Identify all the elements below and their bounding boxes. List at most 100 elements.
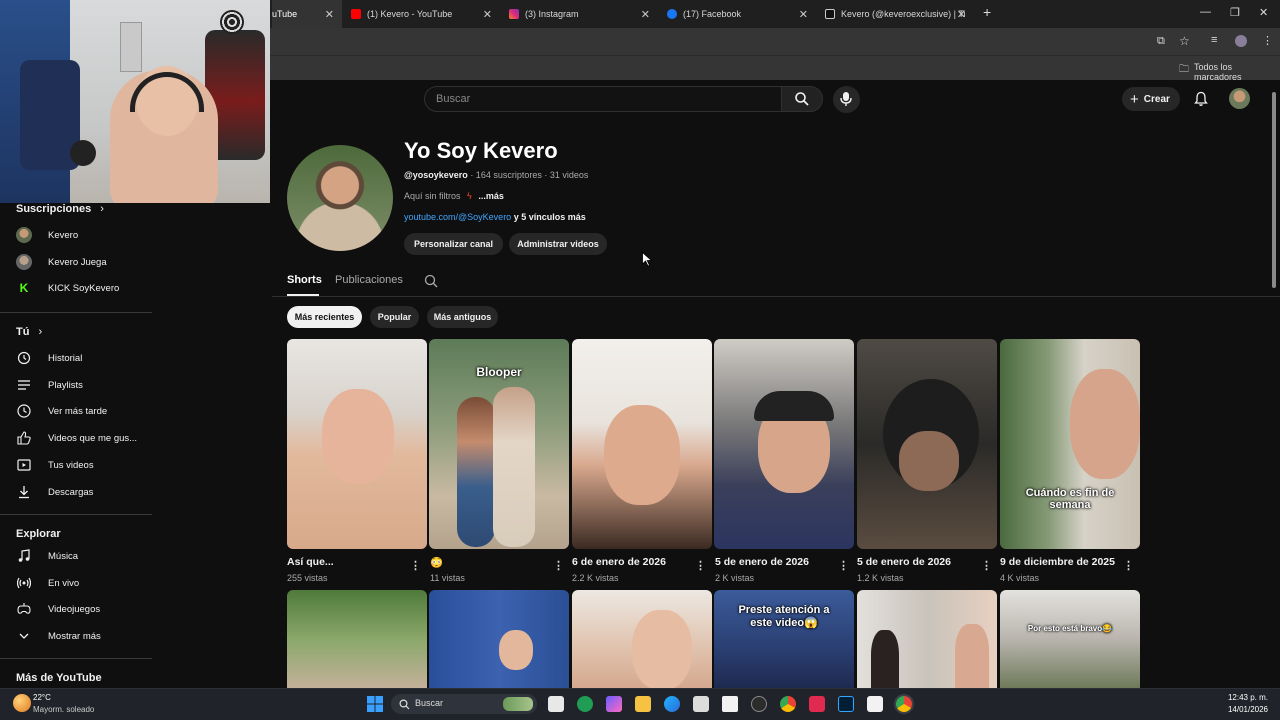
- minimize-icon[interactable]: —: [1200, 6, 1211, 18]
- media-control-icon[interactable]: ≡: [1211, 34, 1217, 46]
- short-title[interactable]: 😳: [430, 556, 443, 569]
- microphone: [70, 140, 96, 166]
- close-tab-icon[interactable]: ✕: [325, 8, 334, 21]
- sidebar-item-kick-soykevero[interactable]: K KICK SoyKevero: [16, 277, 120, 299]
- task-view-icon[interactable]: [548, 696, 564, 712]
- short-title[interactable]: Así que...: [287, 556, 334, 568]
- short-title[interactable]: 5 de enero de 2026: [715, 556, 809, 568]
- tab-shorts[interactable]: Shorts: [287, 274, 322, 286]
- page-scrollbar[interactable]: [1272, 92, 1276, 288]
- close-tab-icon[interactable]: ✕: [483, 8, 492, 21]
- notepad-icon[interactable]: [722, 696, 738, 712]
- short-thumbnail[interactable]: [429, 590, 569, 688]
- more-options-icon[interactable]: ⋮: [695, 559, 706, 572]
- tab-posts[interactable]: Publicaciones: [335, 274, 403, 286]
- voice-search-button[interactable]: [833, 86, 860, 113]
- channel-avatar-large[interactable]: [287, 145, 393, 251]
- manage-videos-button[interactable]: Administrar videos: [509, 233, 607, 255]
- channel-link[interactable]: youtube.com/@SoyKevero: [404, 212, 511, 222]
- close-tab-icon[interactable]: ✕: [641, 8, 650, 21]
- more-options-icon[interactable]: ⋮: [410, 559, 421, 572]
- sidebar-item-downloads[interactable]: Descargas: [16, 481, 93, 503]
- all-bookmarks-link[interactable]: Todos los marcadores: [1194, 62, 1280, 82]
- filter-oldest[interactable]: Más antiguos: [427, 306, 498, 328]
- new-tab-icon[interactable]: +: [983, 4, 991, 20]
- browser-tab[interactable]: (1) Kevero - YouTube ✕: [343, 0, 500, 28]
- app-green-icon[interactable]: [577, 696, 593, 712]
- browser-tab[interactable]: (17) Facebook ✕: [659, 0, 816, 28]
- store-icon[interactable]: [693, 696, 709, 712]
- short-thumbnail[interactable]: [857, 339, 997, 549]
- weather-temp[interactable]: 22°C: [33, 693, 51, 702]
- short-thumbnail[interactable]: [287, 590, 427, 688]
- profile-icon[interactable]: [1235, 35, 1247, 47]
- menu-kebab-icon[interactable]: ⋮: [1262, 34, 1273, 47]
- search-button[interactable]: [781, 86, 823, 112]
- account-avatar[interactable]: [1229, 88, 1250, 109]
- sidebar-item-live[interactable]: En vivo: [16, 572, 79, 594]
- sidebar-item-kevero[interactable]: Kevero: [16, 224, 78, 246]
- more-links[interactable]: y 5 vínculos más: [511, 212, 586, 222]
- short-thumbnail[interactable]: [857, 590, 997, 688]
- subscriptions-heading[interactable]: Suscripciones ›: [16, 203, 104, 215]
- description-text: Aquí sin filtros: [404, 191, 461, 201]
- short-thumbnail[interactable]: [714, 339, 854, 549]
- sidebar-item-liked-videos[interactable]: Videos que me gus...: [16, 427, 137, 449]
- browser-tab[interactable]: uTube ✕: [272, 0, 342, 28]
- notifications-bell-icon[interactable]: [1193, 91, 1209, 107]
- restore-icon[interactable]: ❐: [1230, 6, 1240, 19]
- short-thumbnail[interactable]: Por esto está bravo😂: [1000, 590, 1140, 688]
- music-icon: [18, 549, 30, 562]
- search-input[interactable]: Buscar: [424, 86, 782, 112]
- more-options-icon[interactable]: ⋮: [838, 559, 849, 572]
- chrome-icon[interactable]: [780, 696, 796, 712]
- more-options-icon[interactable]: ⋮: [553, 559, 564, 572]
- sidebar-item-kevero-juega[interactable]: Kevero Juega: [16, 251, 107, 273]
- windows-start-icon[interactable]: [367, 696, 383, 712]
- sidebar-item-gaming[interactable]: Videojuegos: [16, 598, 100, 620]
- channel-search-icon[interactable]: [424, 274, 438, 288]
- short-title[interactable]: 9 de diciembre de 2025: [1000, 556, 1115, 568]
- sidebar-item-music[interactable]: Música: [16, 545, 78, 567]
- channel-description[interactable]: Aquí sin filtros ϟ ...más: [404, 191, 504, 201]
- sidebar-item-your-videos[interactable]: Tus videos: [16, 454, 94, 476]
- close-tab-icon[interactable]: ✕: [957, 8, 966, 21]
- weather-sun-icon[interactable]: [13, 694, 31, 712]
- short-thumbnail[interactable]: [287, 339, 427, 549]
- clock-time[interactable]: 12:43 p. m.: [1226, 693, 1268, 702]
- close-tab-icon[interactable]: ✕: [799, 8, 808, 21]
- bookmark-star-icon[interactable]: ☆: [1179, 34, 1190, 48]
- short-thumbnail[interactable]: Cuándo es fin de semana: [1000, 339, 1140, 549]
- short-thumbnail[interactable]: Preste atención a este video😱: [714, 590, 854, 688]
- sidebar-item-playlists[interactable]: Playlists: [16, 374, 83, 396]
- you-heading[interactable]: Tú ›: [16, 326, 42, 338]
- create-button[interactable]: + Crear: [1122, 87, 1180, 111]
- filter-popular[interactable]: Popular: [370, 306, 419, 328]
- capcut-icon[interactable]: [867, 696, 883, 712]
- short-thumbnail[interactable]: Blooper: [429, 339, 569, 549]
- edge-browser-icon[interactable]: [664, 696, 680, 712]
- browser-tab[interactable]: (3) Instagram ✕: [501, 0, 658, 28]
- short-thumbnail[interactable]: [572, 590, 712, 688]
- sidebar-item-show-more[interactable]: Mostrar más: [16, 625, 101, 647]
- short-title[interactable]: 6 de enero de 2026: [572, 556, 666, 568]
- short-title[interactable]: 5 de enero de 2026: [857, 556, 951, 568]
- customize-channel-button[interactable]: Personalizar canal: [404, 233, 503, 255]
- app-copilot-icon[interactable]: [606, 696, 622, 712]
- close-window-icon[interactable]: ✕: [1259, 6, 1268, 19]
- sidebar-item-history[interactable]: Historial: [16, 347, 82, 369]
- more-options-icon[interactable]: ⋮: [1123, 559, 1134, 572]
- tiktok-app-icon[interactable]: [809, 696, 825, 712]
- taskbar-search-box[interactable]: Buscar: [391, 694, 537, 714]
- filter-most-recent[interactable]: Más recientes: [287, 306, 362, 328]
- file-explorer-icon[interactable]: [635, 696, 651, 712]
- more-options-icon[interactable]: ⋮: [981, 559, 992, 572]
- short-thumbnail[interactable]: [572, 339, 712, 549]
- obs-icon[interactable]: [751, 696, 767, 712]
- install-app-icon[interactable]: ⧉: [1157, 35, 1165, 48]
- clock-date[interactable]: 14/01/2026: [1220, 705, 1268, 714]
- chrome-active-icon[interactable]: [896, 696, 912, 712]
- photoshop-icon[interactable]: [838, 696, 854, 712]
- browser-tab[interactable]: Kevero (@keveroexclusive) | Ti ✕: [817, 0, 974, 28]
- sidebar-item-watch-later[interactable]: Ver más tarde: [16, 400, 107, 422]
